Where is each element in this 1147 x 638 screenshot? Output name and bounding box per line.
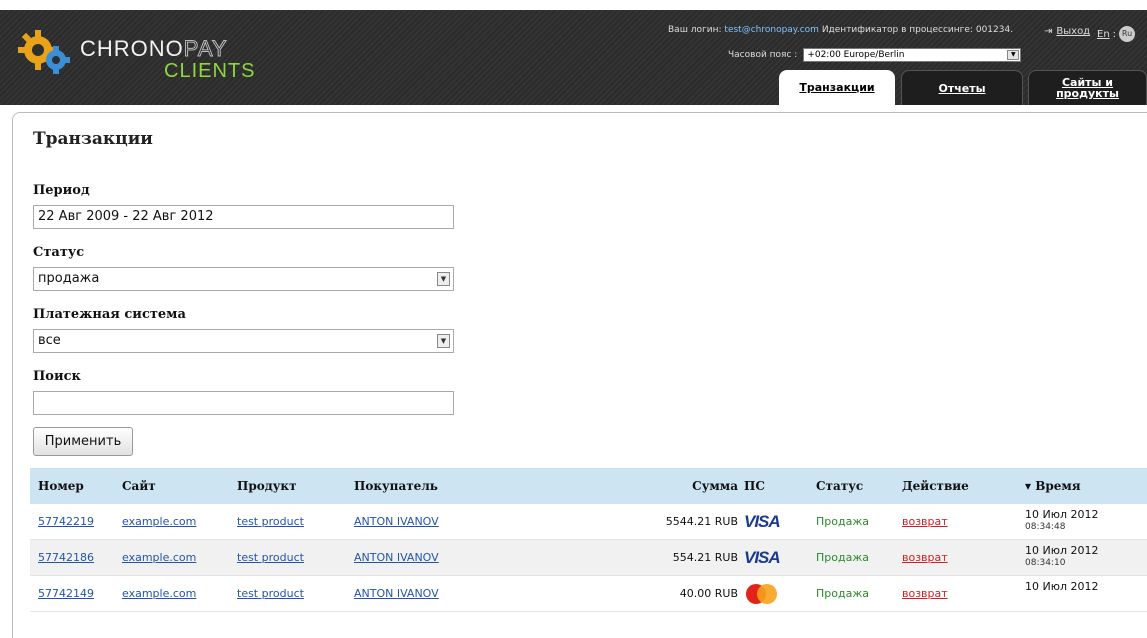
status-select[interactable]: продажа ▼ — [33, 267, 454, 291]
date-text: 10 Июл 2012 — [1025, 544, 1099, 557]
time-text: 08:34:10 — [1025, 558, 1066, 568]
chevron-down-icon: ▼ — [437, 272, 450, 286]
chevron-down-icon: ▼ — [437, 334, 450, 348]
visa-icon: VISA — [744, 511, 781, 531]
product-link[interactable]: test product — [237, 551, 304, 564]
payment-system-label: Платежная система — [33, 307, 186, 322]
site-link[interactable]: example.com — [122, 551, 196, 564]
transaction-id-link[interactable]: 57742186 — [38, 551, 94, 564]
processing-id-value: 001234. — [975, 25, 1014, 35]
lang-separator: : — [1112, 28, 1117, 40]
site-link[interactable]: example.com — [122, 587, 196, 600]
status-text: Продажа — [816, 515, 869, 528]
lang-ru-button[interactable]: Ru — [1119, 26, 1136, 42]
content-panel: Транзакции Период 22 Авг 2009 - 22 Авг 2… — [12, 112, 1147, 638]
tab-transactions[interactable]: Транзакции — [779, 70, 895, 105]
column-header-ps[interactable]: ПС — [744, 468, 816, 504]
buyer-link[interactable]: ANTON IVANOV — [354, 515, 439, 528]
main-tabs: Транзакции Отчеты Сайты и продукты — [0, 70, 1147, 105]
column-header-time[interactable]: ▾ Время — [1017, 468, 1147, 504]
payment-system-value: все — [38, 333, 61, 348]
sort-desc-icon: ▾ — [1025, 479, 1032, 493]
search-label: Поиск — [33, 369, 81, 384]
time-text: 08:34:48 — [1025, 522, 1066, 532]
buyer-link[interactable]: ANTON IVANOV — [354, 587, 439, 600]
table-row: 57742149 example.com test product ANTON … — [30, 576, 1147, 612]
amount: 40.00 RUB — [679, 587, 738, 600]
language-switcher: En : Ru — [1097, 26, 1136, 42]
product-link[interactable]: test product — [237, 587, 304, 600]
table-header: Номер Сайт Продукт Покупатель Сумма ПС С… — [30, 468, 1147, 504]
date-text: 10 Июл 2012 — [1025, 580, 1099, 593]
table-row: 57742219 example.com test product ANTON … — [30, 504, 1147, 540]
mastercard-icon: MasterCard — [744, 583, 783, 610]
logout-icon: ⇥ — [1044, 26, 1053, 37]
tab-sites-products[interactable]: Сайты и продукты — [1028, 70, 1147, 105]
column-header-status[interactable]: Статус — [816, 468, 902, 504]
login-email-link[interactable]: test@chronopay.com — [724, 25, 819, 35]
payment-system-select[interactable]: все ▼ — [33, 329, 454, 353]
column-header-time-label: Время — [1035, 479, 1081, 493]
logout-link[interactable]: Выход — [1056, 26, 1090, 37]
timezone-select[interactable]: +02:00 Europe/Berlin ▼ — [803, 48, 1022, 62]
timezone-value: +02:00 Europe/Berlin — [807, 50, 905, 60]
product-link[interactable]: test product — [237, 515, 304, 528]
column-header-action[interactable]: Действие — [902, 468, 1017, 504]
apply-button[interactable]: Применить — [33, 427, 133, 456]
brand-name: CHRONOPAY — [80, 36, 228, 62]
timestamp: 10 Июл 2012 08:34:48 — [1017, 504, 1147, 539]
chevron-down-icon: ▼ — [1007, 50, 1020, 60]
column-header-product[interactable]: Продукт — [237, 468, 354, 504]
column-header-id[interactable]: Номер — [30, 468, 122, 504]
table-row: 57742186 example.com test product ANTON … — [30, 540, 1147, 576]
lang-en-link[interactable]: En — [1097, 29, 1110, 40]
site-link[interactable]: example.com — [122, 515, 196, 528]
status-label: Статус — [33, 245, 85, 260]
buyer-link[interactable]: ANTON IVANOV — [354, 551, 439, 564]
status-text: Продажа — [816, 551, 869, 564]
transaction-id-link[interactable]: 57742219 — [38, 515, 94, 528]
amount: 5544.21 RUB — [665, 515, 738, 528]
visa-icon: VISA — [744, 547, 781, 567]
timezone-control: Часовой пояс : +02:00 Europe/Berlin ▼ — [728, 48, 1022, 62]
timestamp: 10 Июл 2012 — [1017, 576, 1147, 611]
period-label: Период — [33, 183, 90, 198]
period-input[interactable]: 22 Авг 2009 - 22 Авг 2012 — [33, 205, 454, 229]
timezone-label: Часовой пояс : — [728, 50, 798, 60]
timestamp: 10 Июл 2012 08:34:10 — [1017, 540, 1147, 575]
date-text: 10 Июл 2012 — [1025, 508, 1099, 521]
column-header-amount[interactable]: Сумма — [554, 468, 744, 504]
refund-link[interactable]: возврат — [902, 515, 948, 528]
transaction-id-link[interactable]: 57742149 — [38, 587, 94, 600]
login-label: Ваш логин: — [668, 25, 722, 35]
refund-link[interactable]: возврат — [902, 587, 948, 600]
page-title: Транзакции — [33, 129, 153, 149]
column-header-site[interactable]: Сайт — [122, 468, 237, 504]
column-header-buyer[interactable]: Покупатель — [354, 468, 554, 504]
logout: ⇥ Выход — [1044, 26, 1090, 37]
status-text: Продажа — [816, 587, 869, 600]
search-input[interactable] — [33, 391, 454, 415]
processing-id-label: Идентификатор в процессинге: — [821, 25, 973, 35]
top-strip — [0, 0, 1147, 10]
refund-link[interactable]: возврат — [902, 551, 948, 564]
transactions-table: Номер Сайт Продукт Покупатель Сумма ПС С… — [30, 468, 1147, 612]
amount: 554.21 RUB — [672, 551, 738, 564]
status-select-value: продажа — [38, 271, 100, 286]
header: CHRONOPAY CLIENTS Ваш логин: test@chrono… — [0, 10, 1147, 105]
tab-reports[interactable]: Отчеты — [901, 70, 1023, 105]
user-info: Ваш логин: test@chronopay.com Идентифика… — [668, 25, 1013, 35]
